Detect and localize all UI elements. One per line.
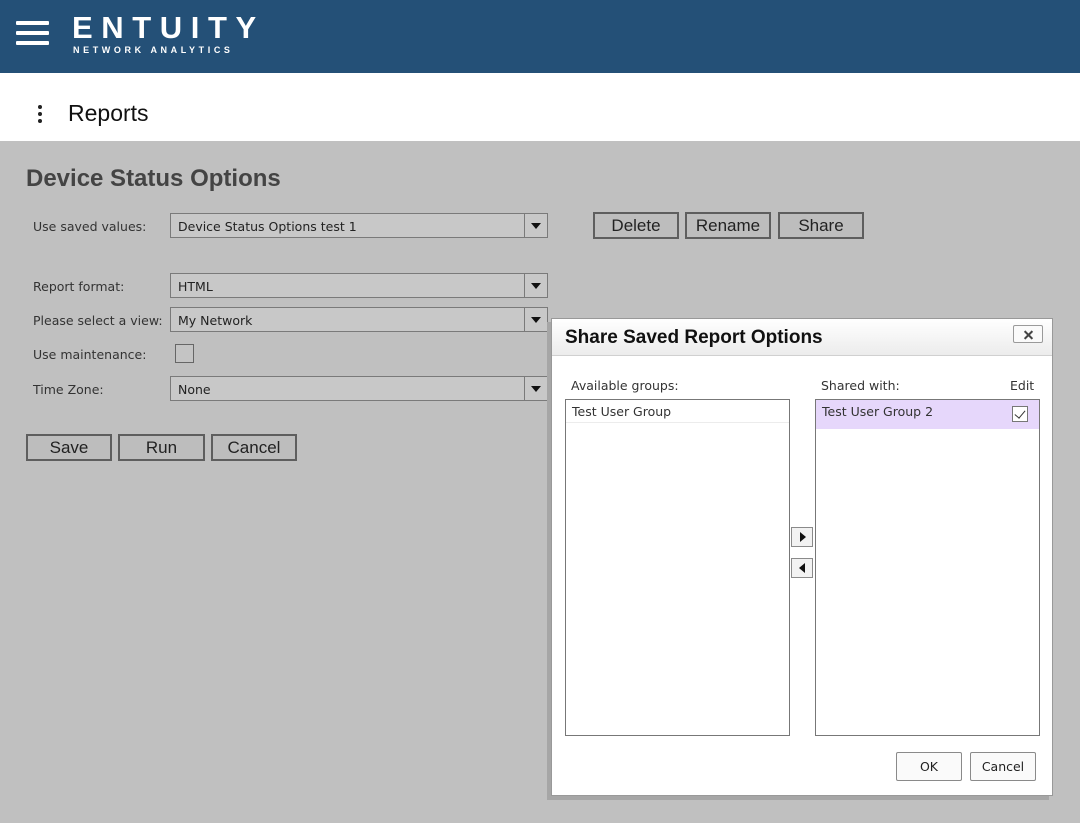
report-format-value: HTML bbox=[178, 279, 213, 294]
dropdown-arrow-icon[interactable] bbox=[524, 308, 547, 331]
list-item[interactable]: Test User Group bbox=[566, 400, 789, 423]
page-title: Reports bbox=[68, 100, 149, 126]
available-groups-label: Available groups: bbox=[571, 378, 679, 393]
dropdown-arrow-icon[interactable] bbox=[524, 274, 547, 297]
ok-button[interactable]: OK bbox=[896, 752, 962, 781]
run-button[interactable]: Run bbox=[118, 434, 205, 461]
brand-tagline: NETWORK ANALYTICS bbox=[73, 45, 234, 55]
arrow-right-icon[interactable] bbox=[791, 527, 813, 547]
vertical-dots-icon[interactable] bbox=[38, 105, 42, 123]
shared-with-list[interactable]: Test User Group 2 bbox=[815, 399, 1040, 736]
dialog-cancel-button[interactable]: Cancel bbox=[970, 752, 1036, 781]
report-format-select[interactable]: HTML bbox=[170, 273, 548, 298]
view-value: My Network bbox=[178, 313, 253, 328]
saved-values-label: Use saved values: bbox=[33, 219, 147, 234]
list-item[interactable]: Test User Group 2 bbox=[816, 400, 1039, 429]
brand-logo: ENTUITY NETWORK ANALYTICS bbox=[72, 12, 265, 56]
hamburger-menu-icon[interactable] bbox=[16, 21, 49, 47]
shared-with-label: Shared with: bbox=[821, 378, 900, 393]
edit-checkbox[interactable] bbox=[1012, 406, 1028, 422]
dialog-title: Share Saved Report Options bbox=[565, 327, 823, 348]
page-header: Reports bbox=[0, 73, 1080, 141]
brand-name: ENTUITY bbox=[72, 10, 265, 45]
edit-column-label: Edit bbox=[1010, 378, 1035, 393]
share-dialog: Share Saved Report Options Available gro… bbox=[551, 318, 1053, 796]
saved-values-value: Device Status Options test 1 bbox=[178, 219, 357, 234]
view-select[interactable]: My Network bbox=[170, 307, 548, 332]
dropdown-arrow-icon[interactable] bbox=[524, 214, 547, 237]
timezone-select[interactable]: None bbox=[170, 376, 548, 401]
form-title: Device Status Options bbox=[26, 165, 281, 192]
dropdown-arrow-icon[interactable] bbox=[524, 377, 547, 400]
rename-button[interactable]: Rename bbox=[685, 212, 771, 239]
cancel-button[interactable]: Cancel bbox=[211, 434, 297, 461]
top-bar: ENTUITY NETWORK ANALYTICS bbox=[0, 0, 1080, 73]
share-button[interactable]: Share bbox=[778, 212, 864, 239]
saved-values-select[interactable]: Device Status Options test 1 bbox=[170, 213, 548, 238]
maintenance-label: Use maintenance: bbox=[33, 347, 147, 362]
shared-group-name: Test User Group 2 bbox=[822, 404, 934, 419]
maintenance-checkbox[interactable] bbox=[175, 344, 194, 363]
delete-button[interactable]: Delete bbox=[593, 212, 679, 239]
timezone-label: Time Zone: bbox=[33, 382, 104, 397]
close-x-icon[interactable] bbox=[1013, 325, 1043, 343]
dialog-header: Share Saved Report Options bbox=[552, 319, 1052, 356]
arrow-left-icon[interactable] bbox=[791, 558, 813, 578]
available-groups-list[interactable]: Test User Group bbox=[565, 399, 790, 736]
save-button[interactable]: Save bbox=[26, 434, 112, 461]
view-label: Please select a view: bbox=[33, 313, 163, 328]
timezone-value: None bbox=[178, 382, 211, 397]
report-format-label: Report format: bbox=[33, 279, 125, 294]
